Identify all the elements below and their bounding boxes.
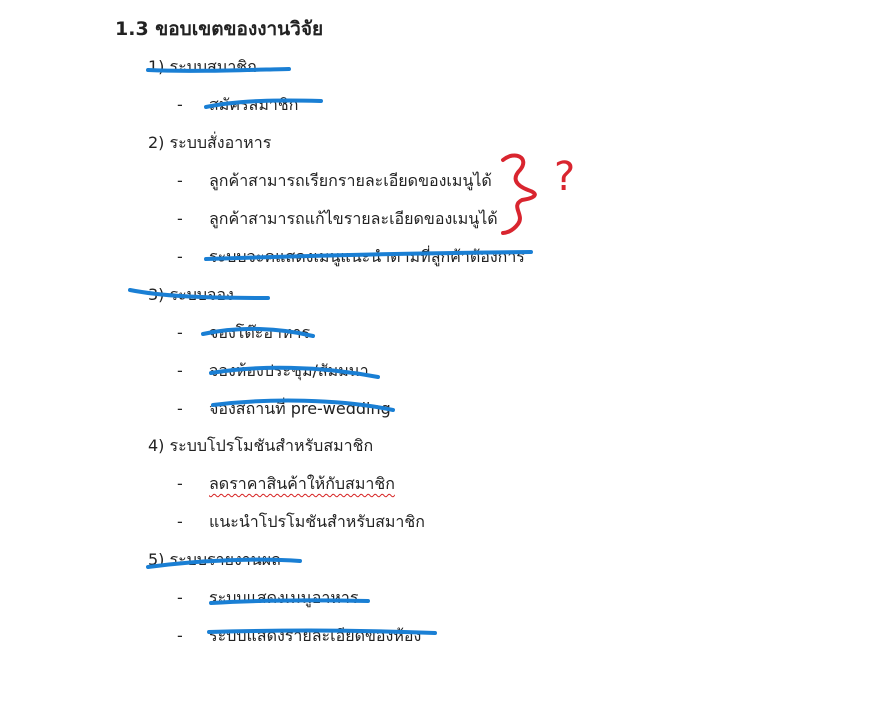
item-text: จองโต๊ะอาหาร <box>209 323 311 342</box>
section-5-label: 5) ระบบรายงานผล <box>148 550 281 569</box>
item-text: ลูกค้าสามารถเรียกรายละเอียดของเมนูได้ <box>209 171 492 190</box>
bullet-dash: - <box>177 474 183 493</box>
bullet-dash: - <box>177 323 183 342</box>
item-text: ลูกค้าสามารถแก้ไขรายละเอียดของเมนูได้ <box>209 209 498 228</box>
bullet-dash: - <box>177 588 183 607</box>
section-5-item-2: - ระบบแสดงรายละเอียดของห้อง <box>177 625 421 647</box>
bullet-dash: - <box>177 399 183 418</box>
section-2-item-1: - ลูกค้าสามารถเรียกรายละเอียดของเมนูได้ <box>177 170 492 192</box>
section-4-item-2: - แนะนำโปรโมชันสำหรับสมาชิก <box>177 511 425 533</box>
item-text: สมัครสมาชิก <box>209 95 299 114</box>
section-2-item-3: - ระบบจะคแสดงเมนูแนะนำตามที่ลูกค้าต้องการ <box>177 246 525 268</box>
section-5-item-1: - ระบบแสดงเมนูอาหาร <box>177 587 358 609</box>
bullet-dash: - <box>177 171 183 190</box>
bullet-dash: - <box>177 512 183 531</box>
item-text: จองห้องประชุม/สัมมนา <box>209 361 369 380</box>
item-text: ระบบแสดงรายละเอียดของห้อง <box>209 626 422 645</box>
section-heading: 1.3 ขอบเขตของงานวิจัย <box>115 18 324 40</box>
bullet-dash: - <box>177 361 183 380</box>
section-3-label: 3) ระบบจอง <box>148 285 234 304</box>
item-text: ระบบแสดงเมนูอาหาร <box>209 588 359 607</box>
section-1-item-1: - สมัครสมาชิก <box>177 94 298 116</box>
section-1-label: 1) ระบบสมาชิก <box>148 57 257 76</box>
section-2-item-2: - ลูกค้าสามารถแก้ไขรายละเอียดของเมนูได้ <box>177 208 498 230</box>
section-4-label: 4) ระบบโปรโมชันสำหรับสมาชิก <box>148 436 374 455</box>
curly-brace-mark <box>501 153 537 235</box>
bullet-dash: - <box>177 247 183 266</box>
bullet-dash: - <box>177 626 183 645</box>
item-text: ระบบจะคแสดงเมนูแนะนำตามที่ลูกค้าต้องการ <box>209 247 525 266</box>
item-text: แนะนำโปรโมชันสำหรับสมาชิก <box>209 512 425 531</box>
section-2-label: 2) ระบบสั่งอาหาร <box>148 133 272 152</box>
bullet-dash: - <box>177 209 183 228</box>
item-text: จองสถานที่ pre-wedding <box>209 399 391 418</box>
question-mark-annotation: ? <box>554 154 575 200</box>
section-3-item-3: - จองสถานที่ pre-wedding <box>177 398 391 420</box>
section-3-item-2: - จองห้องประชุม/สัมมนา <box>177 360 369 382</box>
section-3-item-1: - จองโต๊ะอาหาร <box>177 322 310 344</box>
item-text-spellcheck: ลดราคาสินค้าให้กับสมาชิก <box>209 474 395 493</box>
bullet-dash: - <box>177 95 183 114</box>
red-note-group <box>501 153 537 235</box>
ink-annotations: ? <box>128 67 575 635</box>
section-4-item-1: - ลดราคาสินค้าให้กับสมาชิก <box>177 473 395 495</box>
